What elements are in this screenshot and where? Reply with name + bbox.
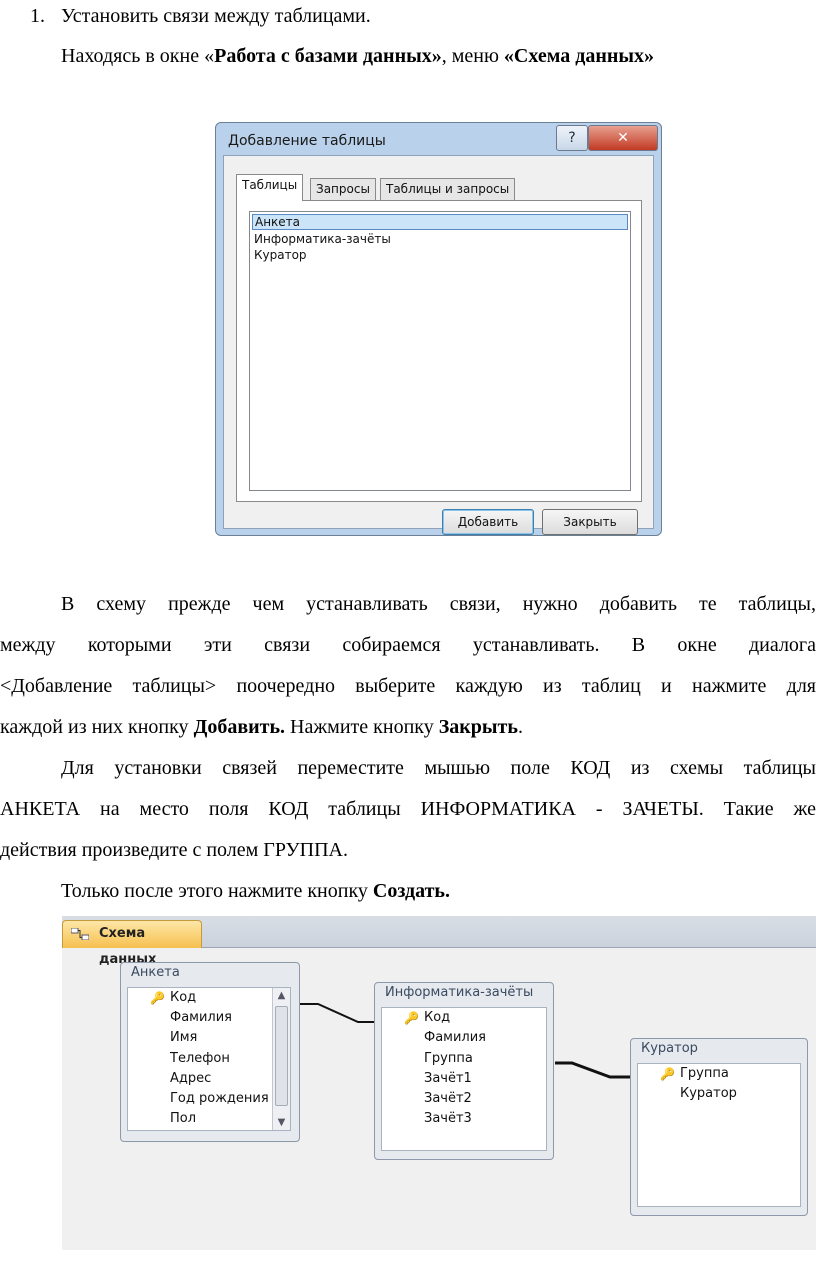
field-item[interactable]: Пол (170, 1109, 196, 1129)
tab-panel: Анкета Информатика-зачёты Куратор (236, 200, 642, 502)
relationship-line-kod (300, 1003, 374, 1023)
paragraph-line: каждой из них кнопку Добавить. Нажмите к… (0, 715, 523, 739)
paragraph-line: между которыми эти связи собираемся уста… (0, 633, 816, 657)
field-item[interactable]: Куратор (680, 1084, 737, 1104)
table-title: Информатика-зачёты (385, 985, 534, 1000)
field-item[interactable]: Группа (424, 1049, 473, 1069)
relationships-window: Схема данных Анкета 🔑 Код Фамилия Имя Те… (62, 916, 816, 1250)
add-table-dialog: Добавление таблицы ? ✕ Таблицы Запросы Т… (215, 122, 662, 536)
paragraph-line: действия произведите с полем ГРУППА. (0, 839, 348, 861)
list-item[interactable]: Куратор (252, 247, 307, 263)
text-run: . (517, 716, 523, 738)
dialog-body: Таблицы Запросы Таблицы и запросы Анкета… (223, 155, 654, 535)
list-item[interactable]: Анкета (252, 214, 628, 230)
bold-close: Закрыть (438, 716, 518, 738)
paragraph-line: Только после этого нажмите кнопку Создат… (61, 879, 450, 903)
tab-tables-and-queries[interactable]: Таблицы и запросы (380, 178, 516, 200)
field-item[interactable]: Телефон (170, 1049, 230, 1069)
field-item[interactable]: Код (170, 988, 196, 1008)
text-run: Находясь в окне « (61, 45, 215, 67)
tab-queries[interactable]: Запросы (310, 178, 376, 200)
field-item[interactable]: Зачёт1 (424, 1069, 472, 1089)
scroll-up-icon[interactable]: ▲ (276, 990, 287, 1001)
table-anketa[interactable]: Анкета 🔑 Код Фамилия Имя Телефон Адрес Г… (120, 962, 300, 1142)
field-list: 🔑 Группа Куратор (637, 1063, 801, 1207)
text-run: Только после этого нажмите кнопку (61, 880, 373, 902)
paragraph-line: АНКЕТА на место поля КОД таблицы ИНФОРМА… (0, 797, 816, 821)
paragraph-line: Для установки связей переместите мышью п… (0, 756, 816, 780)
key-icon: 🔑 (404, 1011, 419, 1025)
table-informatika[interactable]: Информатика-зачёты 🔑 Код Фамилия Группа … (374, 982, 554, 1160)
field-item[interactable]: Группа (680, 1064, 729, 1084)
table-list[interactable]: Анкета Информатика-зачёты Куратор (249, 211, 631, 491)
field-list: 🔑 Код Фамилия Имя Телефон Адрес Год рожд… (127, 987, 291, 1131)
text-run: В схему прежде чем устанавливать связи, … (61, 593, 816, 615)
scroll-down-icon[interactable]: ▼ (276, 1117, 287, 1128)
field-item[interactable]: Зачёт3 (424, 1109, 472, 1129)
table-title: Анкета (131, 965, 180, 980)
scrollbar[interactable]: ▲ ▼ (272, 988, 290, 1130)
bold-window-name: Работа с базами данных» (214, 45, 442, 67)
field-item[interactable]: Зачёт2 (424, 1089, 472, 1109)
text-run: АНКЕТА на место поля КОД таблицы ИНФОРМА… (0, 798, 816, 820)
field-item[interactable]: Фамилия (170, 1008, 232, 1028)
field-item[interactable]: Имя (170, 1028, 197, 1048)
key-icon: 🔑 (150, 991, 165, 1005)
field-item[interactable]: Фамилия (424, 1028, 486, 1048)
relationship-line-gruppa (555, 1061, 630, 1079)
text-run: Для установки связей переместите мышью п… (61, 757, 816, 779)
text-run: между которыми эти связи собираемся уста… (0, 634, 816, 656)
bold-create: Создать. (372, 880, 451, 902)
close-button[interactable]: Закрыть (542, 509, 638, 535)
paragraph-line: <Добавление таблицы> поочередно выберите… (0, 674, 816, 698)
paragraph-line: В схему прежде чем устанавливать связи, … (0, 592, 816, 616)
instruction-line: Находясь в окне «Работа с базами данных»… (61, 44, 654, 68)
text-run: , меню (441, 45, 504, 67)
text-run: <Добавление таблицы> поочередно выберите… (0, 675, 816, 697)
list-number: 1. (30, 5, 45, 27)
field-item[interactable]: Код (424, 1008, 450, 1028)
scroll-thumb[interactable] (275, 1006, 288, 1106)
table-kurator[interactable]: Куратор 🔑 Группа Куратор (630, 1038, 808, 1216)
text-run: каждой из них кнопку (0, 716, 194, 738)
bold-menu-name: «Схема данных» (503, 45, 654, 67)
close-icon[interactable]: ✕ (588, 125, 658, 151)
bold-add: Добавить. (193, 716, 286, 738)
field-item[interactable]: Адрес (170, 1069, 211, 1089)
add-button[interactable]: Добавить (442, 509, 534, 535)
field-list: 🔑 Код Фамилия Группа Зачёт1 Зачёт2 Зачёт… (381, 1007, 547, 1151)
field-item[interactable]: Год рождения (170, 1089, 269, 1109)
key-icon: 🔑 (660, 1067, 675, 1081)
dialog-title: Добавление таблицы (228, 133, 386, 149)
text-run: Нажмите кнопку (285, 716, 439, 738)
tab-tables[interactable]: Таблицы (236, 174, 304, 201)
table-title: Куратор (641, 1041, 698, 1056)
help-button[interactable]: ? (556, 125, 588, 151)
item-heading: Установить связи между таблицами. (61, 5, 371, 27)
list-item[interactable]: Информатика-зачёты (252, 231, 391, 247)
